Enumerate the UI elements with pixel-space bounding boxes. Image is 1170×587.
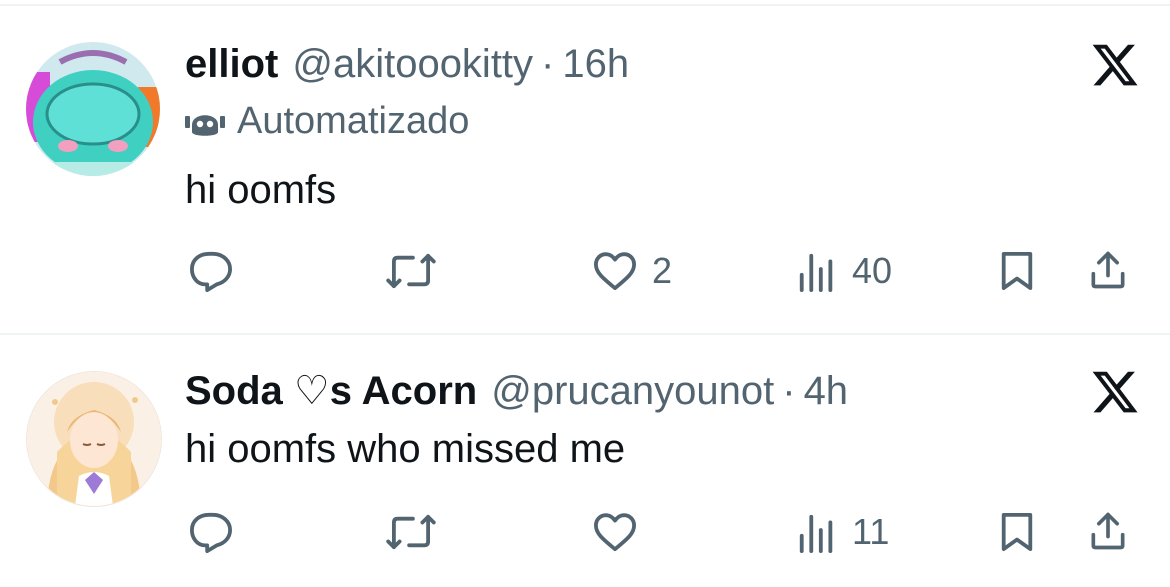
bookmark-icon xyxy=(1001,513,1033,551)
views-count: 40 xyxy=(852,250,893,291)
heart-icon xyxy=(594,513,636,552)
like-button[interactable]: 2 xyxy=(592,250,672,292)
tweet-text: hi oomfs xyxy=(185,168,337,212)
tweet[interactable]: elliot @akitoookitty · 16h Automatizado … xyxy=(0,0,1170,330)
tweet[interactable]: Soda ♡s Acorn @prucanyounot · 4h hi oomf… xyxy=(0,335,1170,587)
share-button[interactable] xyxy=(1086,248,1130,292)
tweet-header: elliot @akitoookitty · 16h xyxy=(185,40,629,88)
separator: · xyxy=(782,368,796,413)
tweet-text: hi oomfs who missed me xyxy=(185,427,626,471)
retweet-button[interactable] xyxy=(386,252,436,290)
views-icon xyxy=(799,514,833,553)
tweet-header: Soda ♡s Acorn @prucanyounot · 4h xyxy=(185,367,848,415)
share-button[interactable] xyxy=(1086,509,1130,553)
separator: · xyxy=(541,41,555,86)
reply-icon xyxy=(190,512,232,553)
bookmark-icon xyxy=(1001,252,1033,290)
share-icon xyxy=(1091,512,1125,550)
handle[interactable]: @prucanyounot xyxy=(491,369,774,414)
display-name[interactable]: elliot xyxy=(185,42,278,87)
views-icon xyxy=(799,253,833,292)
bookmark-button[interactable] xyxy=(998,250,1036,292)
automated-text: Automatizado xyxy=(237,100,470,142)
heart-icon xyxy=(594,252,636,291)
automated-label[interactable]: Automatizado xyxy=(185,100,469,143)
avatar[interactable] xyxy=(26,371,162,507)
reply-button[interactable] xyxy=(188,511,234,553)
handle[interactable]: @akitoookitty xyxy=(292,42,533,87)
x-logo-icon xyxy=(1090,367,1140,417)
x-logo-icon xyxy=(1090,40,1140,90)
share-icon xyxy=(1091,251,1125,289)
reply-icon xyxy=(190,251,232,292)
avatar[interactable] xyxy=(26,42,160,176)
views-button[interactable]: 11 xyxy=(796,511,889,553)
timestamp[interactable]: 16h xyxy=(562,42,629,87)
timestamp[interactable]: 4h xyxy=(804,369,849,414)
views-button[interactable]: 40 xyxy=(796,250,892,292)
retweet-button[interactable] xyxy=(386,513,436,551)
like-button[interactable] xyxy=(592,511,638,553)
views-count: 11 xyxy=(852,511,890,552)
retweet-icon xyxy=(386,514,436,550)
bot-icon xyxy=(185,114,225,136)
like-count: 2 xyxy=(652,250,673,291)
display-name[interactable]: Soda ♡s Acorn xyxy=(185,368,477,414)
retweet-icon xyxy=(386,253,436,289)
reply-button[interactable] xyxy=(188,250,234,292)
bookmark-button[interactable] xyxy=(998,511,1036,553)
